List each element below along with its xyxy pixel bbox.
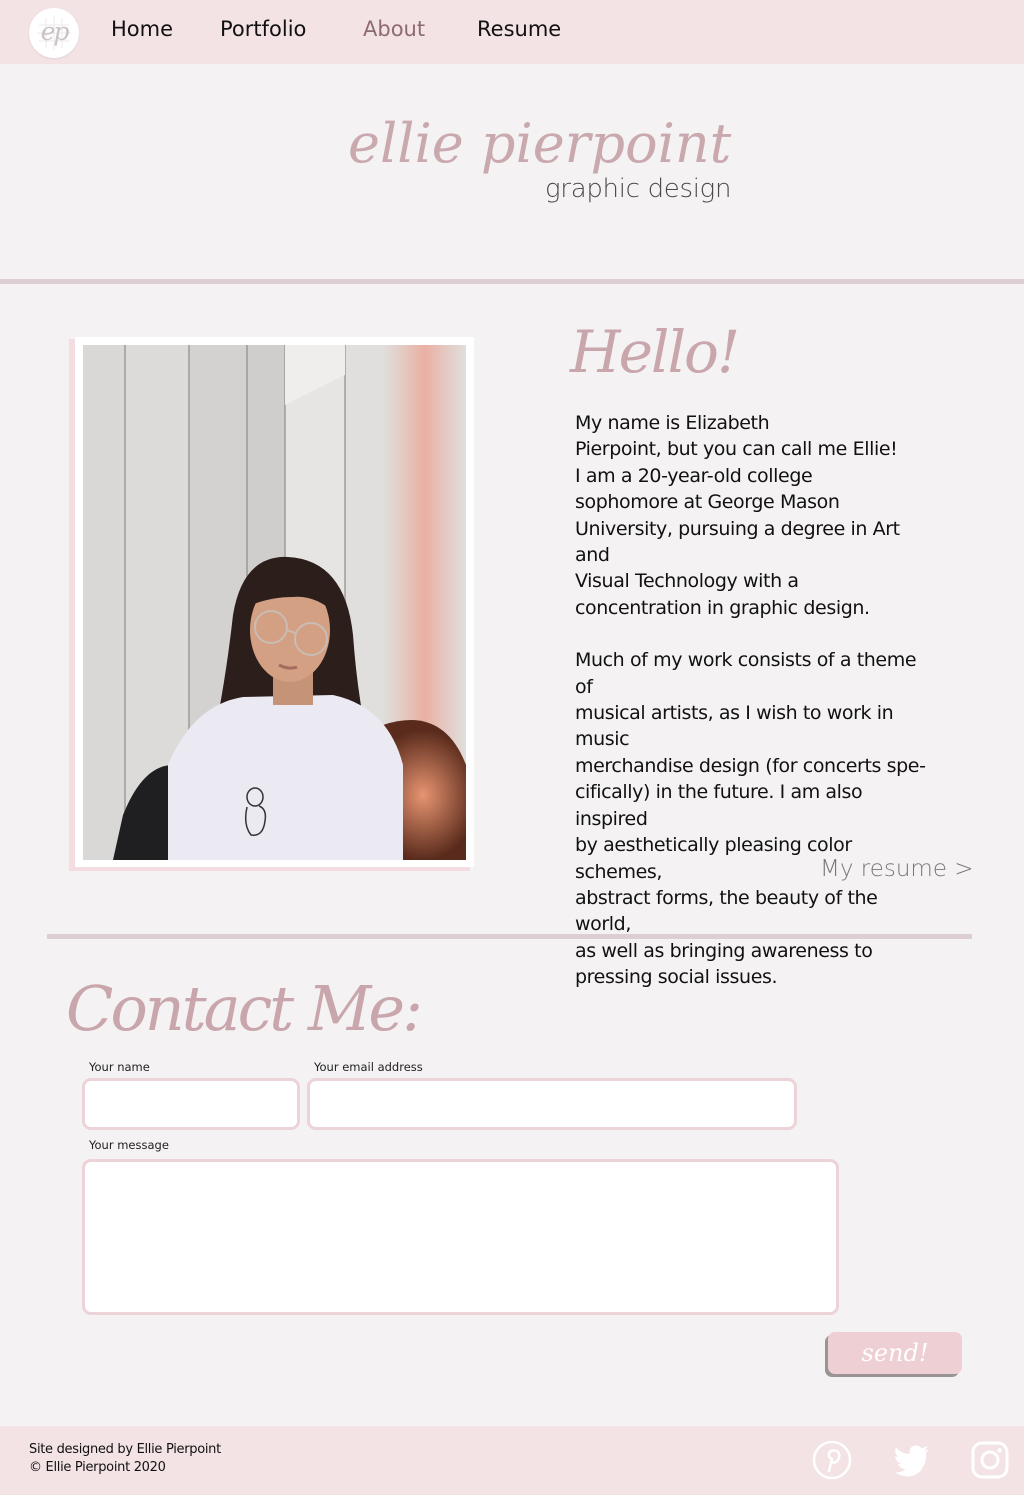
send-button[interactable]: send! [828,1332,962,1374]
header-divider [0,279,1024,284]
message-label: Your message [89,1138,169,1152]
message-field[interactable] [82,1159,839,1315]
brand-script-name: ellie pierpoint [348,112,732,175]
bio-text: My name is Elizabeth Pierpoint, but you … [575,410,930,991]
contact-heading: Contact Me: [66,972,423,1045]
name-label: Your name [89,1060,150,1074]
nav-link-home[interactable]: Home [111,17,173,41]
footer-credit: Site designed by Ellie Pierpoint [29,1442,221,1457]
nav-link-portfolio[interactable]: Portfolio [220,17,306,41]
pinterest-icon[interactable] [812,1440,852,1480]
nav-link-resume[interactable]: Resume [477,17,561,41]
brand-subtitle: graphic design [545,174,732,204]
section-divider [47,934,972,939]
hello-heading: Hello! [570,318,740,386]
instagram-icon[interactable] [970,1440,1010,1480]
logo-text: ep [40,17,70,46]
email-label: Your email address [314,1060,423,1074]
top-nav: ep Home Portfolio About Resume [0,0,1024,64]
nav-link-about[interactable]: About [363,17,425,41]
footer-copyright: © Ellie Pierpoint 2020 [29,1460,166,1475]
twitter-icon[interactable] [892,1440,932,1480]
bio-paragraph: Much of my work consists of a theme of m… [575,649,926,989]
email-field[interactable] [307,1078,797,1130]
logo[interactable]: ep [29,8,79,58]
portrait-photo [83,345,466,860]
bio-paragraph: My name is Elizabeth Pierpoint, but you … [575,412,900,619]
name-field[interactable] [82,1078,300,1130]
my-resume-link[interactable]: My resume > [820,856,974,882]
